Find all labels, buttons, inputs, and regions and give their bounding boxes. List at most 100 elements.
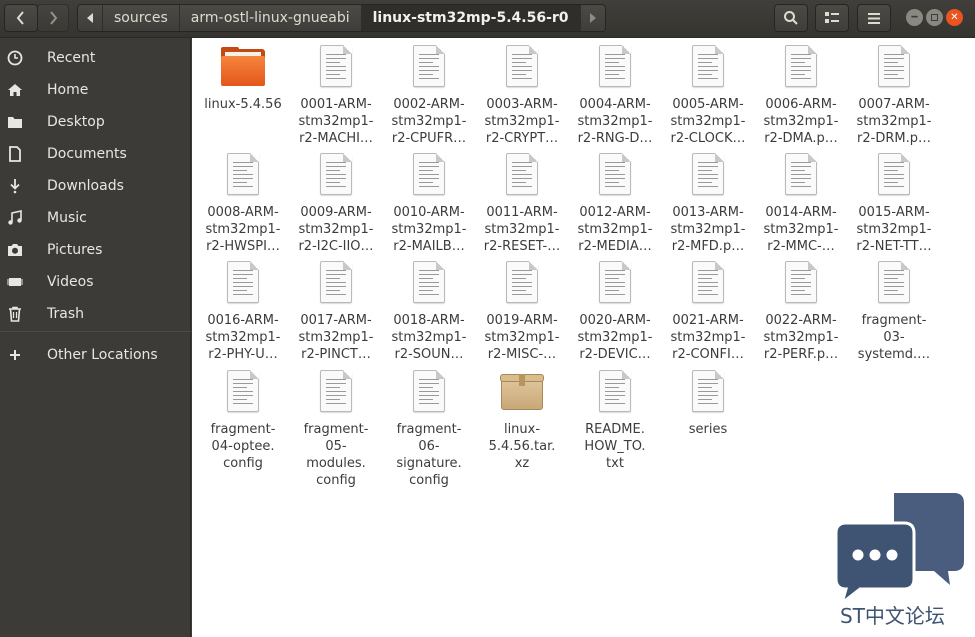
file-item[interactable]: 0015-ARM- stm32mp1- r2-NET-TT… bbox=[848, 151, 940, 255]
text-file-icon bbox=[405, 368, 453, 416]
text-file-icon bbox=[312, 151, 360, 199]
file-item[interactable]: 0019-ARM- stm32mp1- r2-MISC-… bbox=[476, 259, 568, 363]
file-name: 0019-ARM- stm32mp1- r2-MISC-… bbox=[484, 313, 560, 362]
text-file-icon bbox=[591, 259, 639, 307]
file-item[interactable]: 0014-ARM- stm32mp1- r2-MMC-… bbox=[755, 151, 847, 255]
file-name: 0010-ARM- stm32mp1- r2-MAILB… bbox=[391, 205, 467, 254]
breadcrumb-current[interactable]: linux-stm32mp-5.4.56-r0 bbox=[361, 5, 581, 31]
file-name: 0022-ARM- stm32mp1- r2-PERF.p… bbox=[763, 313, 839, 362]
close-button[interactable]: ✕ bbox=[946, 9, 963, 26]
file-item[interactable]: 0006-ARM- stm32mp1- r2-DMA.p… bbox=[755, 43, 847, 147]
file-item[interactable]: 0003-ARM- stm32mp1- r2-CRYPT… bbox=[476, 43, 568, 147]
file-item[interactable]: 0017-ARM- stm32mp1- r2-PINCT… bbox=[290, 259, 382, 363]
menu-button[interactable] bbox=[857, 4, 891, 32]
sidebar-item-trash[interactable]: Trash bbox=[0, 299, 191, 329]
minimize-button[interactable]: ━ bbox=[906, 9, 923, 26]
text-file-icon bbox=[312, 259, 360, 307]
file-item[interactable]: 0001-ARM- stm32mp1- r2-MACHI… bbox=[290, 43, 382, 147]
text-file-icon bbox=[684, 259, 732, 307]
file-item[interactable]: 0016-ARM- stm32mp1- r2-PHY-U… bbox=[197, 259, 289, 363]
file-name: 0016-ARM- stm32mp1- r2-PHY-U… bbox=[205, 313, 281, 362]
file-item[interactable]: 0013-ARM- stm32mp1- r2-MFD.p… bbox=[662, 151, 754, 255]
file-name: 0011-ARM- stm32mp1- r2-RESET-… bbox=[483, 205, 561, 254]
file-item[interactable]: 0022-ARM- stm32mp1- r2-PERF.p… bbox=[755, 259, 847, 363]
sidebar-item-label: Documents bbox=[47, 146, 127, 162]
sidebar-item-documents[interactable]: Documents bbox=[0, 139, 191, 169]
text-file-icon bbox=[219, 151, 267, 199]
maximize-icon bbox=[931, 14, 938, 21]
file-name: 0021-ARM- stm32mp1- r2-CONFI… bbox=[670, 313, 746, 362]
archive-icon bbox=[498, 368, 546, 416]
chevron-left-icon bbox=[16, 11, 24, 25]
file-item[interactable]: fragment- 04-optee. config bbox=[197, 368, 289, 472]
file-item[interactable]: 0010-ARM- stm32mp1- r2-MAILB… bbox=[383, 151, 475, 255]
file-name: 0005-ARM- stm32mp1- r2-CLOCK… bbox=[670, 97, 746, 146]
text-file-icon bbox=[684, 368, 732, 416]
sidebar-item-label: Music bbox=[47, 210, 87, 226]
file-item[interactable]: 0018-ARM- stm32mp1- r2-SOUN… bbox=[383, 259, 475, 363]
text-file-icon bbox=[591, 43, 639, 91]
text-file-icon bbox=[777, 259, 825, 307]
view-options-button[interactable] bbox=[815, 4, 849, 32]
sidebar: Recent Home Desktop Documents Downloads … bbox=[0, 38, 191, 637]
file-item[interactable]: fragment- 05- modules. config bbox=[290, 368, 382, 489]
breadcrumb-sources[interactable]: sources bbox=[103, 5, 180, 31]
file-name: 0017-ARM- stm32mp1- r2-PINCT… bbox=[298, 313, 374, 362]
sidebar-item-home[interactable]: Home bbox=[0, 75, 191, 105]
search-icon bbox=[784, 11, 798, 25]
file-item[interactable]: fragment- 03- systemd.… bbox=[848, 259, 940, 363]
minimize-icon: ━ bbox=[911, 12, 918, 23]
file-item[interactable]: 0004-ARM- stm32mp1- r2-RNG-D… bbox=[569, 43, 661, 147]
plus-icon bbox=[6, 346, 24, 364]
file-name: 0020-ARM- stm32mp1- r2-DEVIC… bbox=[577, 313, 653, 362]
back-button[interactable] bbox=[4, 4, 38, 32]
close-icon: ✕ bbox=[950, 12, 959, 23]
file-item[interactable]: README. HOW_TO. txt bbox=[569, 368, 661, 472]
file-item[interactable]: 0011-ARM- stm32mp1- r2-RESET-… bbox=[476, 151, 568, 255]
folder-item[interactable]: linux-5.4.56 bbox=[197, 43, 289, 113]
list-view-icon bbox=[825, 12, 839, 23]
file-item[interactable]: 0009-ARM- stm32mp1- r2-I2C-IIO… bbox=[290, 151, 382, 255]
file-item[interactable]: fragment- 06- signature. config bbox=[383, 368, 475, 489]
maximize-button[interactable] bbox=[926, 9, 943, 26]
text-file-icon bbox=[870, 259, 918, 307]
sidebar-item-music[interactable]: Music bbox=[0, 203, 191, 233]
breadcrumb-right-arrow[interactable] bbox=[581, 5, 605, 31]
file-name: fragment- 03- systemd.… bbox=[857, 313, 931, 362]
file-name: 0009-ARM- stm32mp1- r2-I2C-IIO… bbox=[298, 205, 374, 254]
text-file-icon bbox=[312, 43, 360, 91]
triangle-right-icon bbox=[589, 13, 596, 23]
file-item[interactable]: 0007-ARM- stm32mp1- r2-DRM.p… bbox=[848, 43, 940, 147]
file-item[interactable]: 0005-ARM- stm32mp1- r2-CLOCK… bbox=[662, 43, 754, 147]
breadcrumb: sources arm-ostl-linux-gnueabi linux-stm… bbox=[77, 4, 606, 32]
chevron-right-icon bbox=[50, 11, 58, 25]
sidebar-item-videos[interactable]: Videos bbox=[0, 267, 191, 297]
sidebar-item-label: Videos bbox=[47, 274, 94, 290]
forward-button[interactable] bbox=[37, 4, 69, 32]
sidebar-item-desktop[interactable]: Desktop bbox=[0, 107, 191, 137]
desktop-icon bbox=[6, 113, 24, 131]
breadcrumb-arm-ostl[interactable]: arm-ostl-linux-gnueabi bbox=[180, 5, 362, 31]
text-file-icon bbox=[684, 151, 732, 199]
folder-icon bbox=[219, 43, 267, 91]
file-item[interactable]: 0020-ARM- stm32mp1- r2-DEVIC… bbox=[569, 259, 661, 363]
sidebar-item-other-locations[interactable]: Other Locations bbox=[0, 340, 191, 370]
file-item[interactable]: linux- 5.4.56.tar. xz bbox=[476, 368, 568, 472]
downloads-icon bbox=[6, 177, 24, 195]
sidebar-item-label: Desktop bbox=[47, 114, 105, 130]
search-button[interactable] bbox=[774, 4, 808, 32]
file-name: 0008-ARM- stm32mp1- r2-HWSPI… bbox=[205, 205, 281, 254]
file-name: 0013-ARM- stm32mp1- r2-MFD.p… bbox=[670, 205, 746, 254]
text-file-icon bbox=[405, 259, 453, 307]
file-item[interactable]: 0012-ARM- stm32mp1- r2-MEDIA… bbox=[569, 151, 661, 255]
text-file-icon bbox=[405, 43, 453, 91]
sidebar-item-pictures[interactable]: Pictures bbox=[0, 235, 191, 265]
breadcrumb-left-arrow[interactable] bbox=[78, 5, 103, 31]
file-item[interactable]: 0002-ARM- stm32mp1- r2-CPUFR… bbox=[383, 43, 475, 147]
triangle-left-icon bbox=[87, 13, 93, 23]
file-item[interactable]: 0008-ARM- stm32mp1- r2-HWSPI… bbox=[197, 151, 289, 255]
sidebar-item-recent[interactable]: Recent bbox=[0, 43, 191, 73]
file-item[interactable]: series bbox=[662, 368, 754, 438]
sidebar-item-downloads[interactable]: Downloads bbox=[0, 171, 191, 201]
file-item[interactable]: 0021-ARM- stm32mp1- r2-CONFI… bbox=[662, 259, 754, 363]
